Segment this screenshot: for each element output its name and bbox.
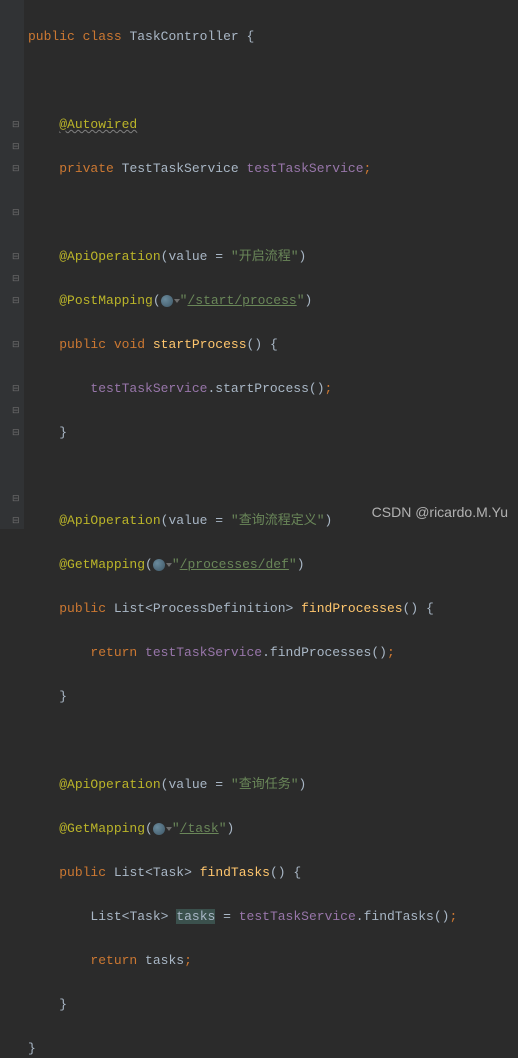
- url-icon[interactable]: [161, 295, 180, 307]
- fold-icon[interactable]: ⊟: [12, 407, 21, 416]
- fold-icon[interactable]: ⊟: [12, 495, 21, 504]
- globe-icon: [161, 295, 173, 307]
- globe-icon: [153, 823, 165, 835]
- fold-icon[interactable]: ⊟: [12, 341, 21, 350]
- autowired-annotation: @Autowired: [59, 117, 137, 132]
- fold-icon[interactable]: ⊟: [12, 429, 21, 438]
- code-editor: ⊟ ⊟ ⊟ ⊟ ⊟ ⊟ ⊟ ⊟ ⊟ ⊟ ⊟ ⊟ ⊟ public class T…: [0, 0, 518, 529]
- fold-icon[interactable]: ⊟: [12, 297, 21, 306]
- code-area[interactable]: public class TaskController { @Autowired…: [24, 0, 518, 529]
- url-icon[interactable]: [153, 823, 172, 835]
- fold-icon[interactable]: ⊟: [12, 165, 21, 174]
- url-icon[interactable]: [153, 559, 172, 571]
- fold-icon[interactable]: ⊟: [12, 209, 21, 218]
- fold-icon[interactable]: ⊟: [12, 143, 21, 152]
- fold-icon[interactable]: ⊟: [12, 121, 21, 130]
- fold-icon[interactable]: ⊟: [12, 385, 21, 394]
- globe-icon: [153, 559, 165, 571]
- fold-icon[interactable]: ⊟: [12, 517, 21, 526]
- gutter: ⊟ ⊟ ⊟ ⊟ ⊟ ⊟ ⊟ ⊟ ⊟ ⊟ ⊟ ⊟ ⊟: [0, 0, 24, 529]
- fold-icon[interactable]: ⊟: [12, 275, 21, 284]
- highlighted-var: tasks: [176, 909, 215, 924]
- watermark: CSDN @ricardo.M.Yu: [372, 501, 508, 523]
- code-line: public class TaskController {: [28, 26, 518, 48]
- fold-icon[interactable]: ⊟: [12, 253, 21, 262]
